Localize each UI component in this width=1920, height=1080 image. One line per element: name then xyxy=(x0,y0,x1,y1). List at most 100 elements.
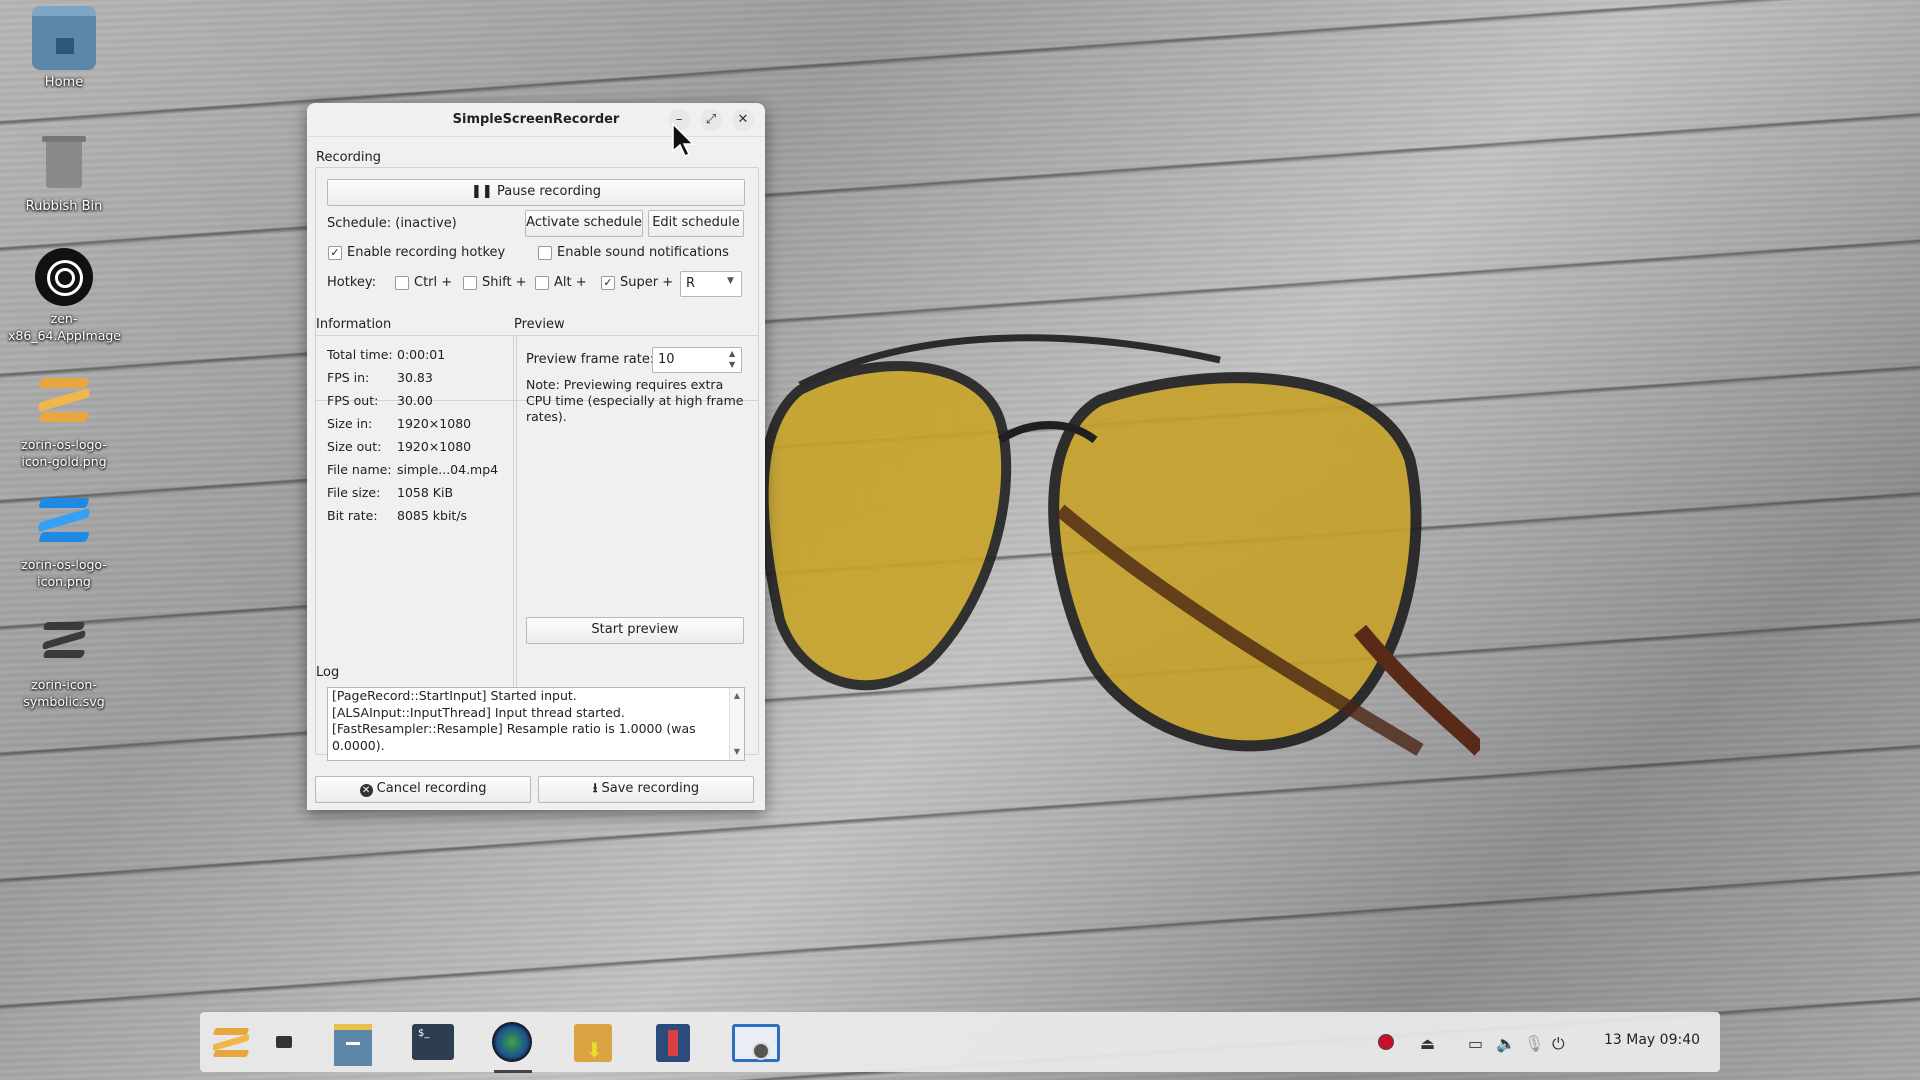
pause-icon: ❚❚ xyxy=(471,184,493,199)
info-key: FPS out: xyxy=(327,393,379,408)
power-icon[interactable]: ⏻ xyxy=(1552,1034,1565,1054)
log-textarea[interactable]: [PageRecord::StartInput] Started input. … xyxy=(327,687,745,761)
volume-icon[interactable]: 🔈 xyxy=(1496,1034,1516,1053)
zorin-logo-blue-icon xyxy=(32,488,96,552)
show-desktop-icon[interactable] xyxy=(268,1020,298,1064)
recording-indicator-icon[interactable] xyxy=(1378,1034,1394,1050)
desktop-icon-zorin-symbolic[interactable]: zorin-icon-symbolic.svg xyxy=(8,608,120,710)
pause-recording-label: Pause recording xyxy=(496,184,601,199)
super-modifier-checkbox[interactable]: ✓ xyxy=(601,276,615,290)
zorin-menu-icon[interactable] xyxy=(208,1020,254,1064)
info-value: 30.83 xyxy=(397,370,433,385)
zorin-logo-symbolic-icon xyxy=(32,608,96,672)
hotkey-label: Hotkey: xyxy=(327,275,377,290)
spin-down-icon[interactable]: ▼ xyxy=(729,360,735,369)
enable-hotkey-label: Enable recording hotkey xyxy=(347,245,506,260)
microphone-muted-icon[interactable]: 🎙 xyxy=(1524,1034,1544,1053)
desktop-icon-label: zen-x86_64.AppImage xyxy=(8,311,122,343)
info-value: 8085 kbit/s xyxy=(397,508,468,523)
info-size-out: Size out: 1920×1080 xyxy=(327,439,471,454)
preview-frame-rate-spinbox[interactable]: 10 ▲ ▼ xyxy=(652,347,742,373)
info-key: File name: xyxy=(327,462,392,477)
log-line: [ALSAInput::InputThread] Input thread st… xyxy=(332,704,625,720)
hotkey-key-select[interactable]: R ▼ xyxy=(680,271,742,297)
shift-modifier-label: Shift + xyxy=(482,275,527,290)
start-preview-button[interactable]: Start preview xyxy=(526,617,744,644)
scroll-down-icon[interactable]: ▼ xyxy=(730,744,744,761)
info-key: File size: xyxy=(327,485,381,500)
files-icon[interactable] xyxy=(330,1020,376,1066)
screen-recorder-icon[interactable] xyxy=(730,1020,780,1064)
desktop-icon-zen-appimage[interactable]: zen-x86_64.AppImage xyxy=(8,248,122,344)
info-total-time: Total time: 0:00:01 xyxy=(327,347,445,362)
log-scrollbar[interactable]: ▲ ▼ xyxy=(729,688,744,760)
info-value: 30.00 xyxy=(397,393,433,408)
maximize-button[interactable]: ⤢ xyxy=(700,109,722,131)
code-editor-icon[interactable] xyxy=(650,1020,696,1064)
alt-modifier-label: Alt + xyxy=(554,275,587,290)
log-section-label: Log xyxy=(316,665,340,680)
scroll-up-icon[interactable]: ▲ xyxy=(730,688,744,705)
info-key: FPS in: xyxy=(327,370,370,385)
activate-schedule-button[interactable]: Activate schedule xyxy=(525,210,643,237)
cancel-recording-label: Cancel recording xyxy=(376,781,487,796)
zorin-logo-gold-icon xyxy=(32,368,96,432)
info-value: 1920×1080 xyxy=(397,439,472,454)
cancel-recording-button[interactable]: ✕ Cancel recording xyxy=(315,776,531,803)
taskbar: $_ ⬇ ⏏ ▭ 🔈 🎙 ⏻ 13 May 09:40 xyxy=(200,1012,1720,1073)
zen-browser-icon xyxy=(35,248,93,306)
desktop-icon-rubbish-bin[interactable]: Rubbish Bin xyxy=(8,130,120,215)
preview-note: Note: Previewing requires extra CPU time… xyxy=(526,377,744,424)
desktop-icon-label: Rubbish Bin xyxy=(25,199,103,214)
schedule-status: Schedule: (inactive) xyxy=(327,216,457,231)
terminal-icon[interactable]: $_ xyxy=(410,1020,456,1064)
alt-modifier-checkbox[interactable] xyxy=(535,276,549,290)
desktop-icon-label: zorin-os-logo-icon-gold.png xyxy=(21,437,107,469)
information-section-label: Information xyxy=(316,317,392,332)
recording-section-label: Recording xyxy=(316,150,382,165)
preview-frame-rate-label: Preview frame rate: xyxy=(526,352,655,367)
info-value: 1920×1080 xyxy=(397,416,472,431)
enable-sound-label: Enable sound notifications xyxy=(557,245,729,260)
display-icon[interactable]: ▭ xyxy=(1468,1034,1483,1053)
log-line: [FastResampler::Resample] Resample ratio… xyxy=(332,721,696,753)
cancel-circle-icon: ✕ xyxy=(359,784,373,797)
enable-sound-checkbox[interactable] xyxy=(538,246,552,260)
ctrl-modifier-label: Ctrl + xyxy=(414,275,453,290)
info-file-size: File size: 1058 KiB xyxy=(327,485,453,500)
spin-up-icon[interactable]: ▲ xyxy=(729,349,735,358)
desktop-icon-zorin-blue[interactable]: zorin-os-logo-icon.png xyxy=(8,488,120,590)
info-key: Size out: xyxy=(327,439,382,454)
desktop-icon-zorin-gold[interactable]: zorin-os-logo-icon-gold.png xyxy=(8,368,120,470)
title-bar[interactable]: SimpleScreenRecorder – ⤢ ✕ xyxy=(307,103,765,137)
eject-icon[interactable]: ⏏ xyxy=(1420,1034,1435,1053)
desktop-icon-home[interactable]: Home xyxy=(8,6,120,91)
trash-icon xyxy=(32,130,96,194)
save-recording-button[interactable]: ⭳ Save recording xyxy=(538,776,754,803)
clock[interactable]: 13 May 09:40 xyxy=(1604,1032,1700,1048)
info-fps-out: FPS out: 30.00 xyxy=(327,393,433,408)
download-icon: ⭳ xyxy=(592,781,598,796)
simplescreenrecorder-window: SimpleScreenRecorder – ⤢ ✕ Recording ❚❚ … xyxy=(307,103,765,810)
mouse-cursor-icon xyxy=(672,123,695,158)
software-store-icon[interactable]: ⬇ xyxy=(570,1020,616,1064)
close-button[interactable]: ✕ xyxy=(732,109,754,131)
pause-recording-button[interactable]: ❚❚ Pause recording xyxy=(327,179,745,206)
info-value: 1058 KiB xyxy=(397,485,454,500)
ctrl-modifier-checkbox[interactable] xyxy=(395,276,409,290)
info-key: Bit rate: xyxy=(327,508,378,523)
hotkey-key-value: R xyxy=(686,276,696,291)
desktop-icon-label: zorin-icon-symbolic.svg xyxy=(23,677,105,709)
super-modifier-label: Super + xyxy=(620,275,674,290)
edit-schedule-button[interactable]: Edit schedule xyxy=(648,210,744,237)
log-line: [PageRecord::StartInput] Started input. xyxy=(332,688,577,703)
zen-browser-icon[interactable] xyxy=(490,1020,536,1073)
info-key: Size in: xyxy=(327,416,373,431)
info-fps-in: FPS in: 30.83 xyxy=(327,370,433,385)
log-lines: [PageRecord::StartInput] Started input. … xyxy=(328,688,744,754)
desktop-icon-label: Home xyxy=(44,75,84,90)
preview-section-label: Preview xyxy=(514,317,565,332)
info-value: 0:00:01 xyxy=(397,347,446,362)
shift-modifier-checkbox[interactable] xyxy=(463,276,477,290)
enable-hotkey-checkbox[interactable]: ✓ xyxy=(328,246,342,260)
